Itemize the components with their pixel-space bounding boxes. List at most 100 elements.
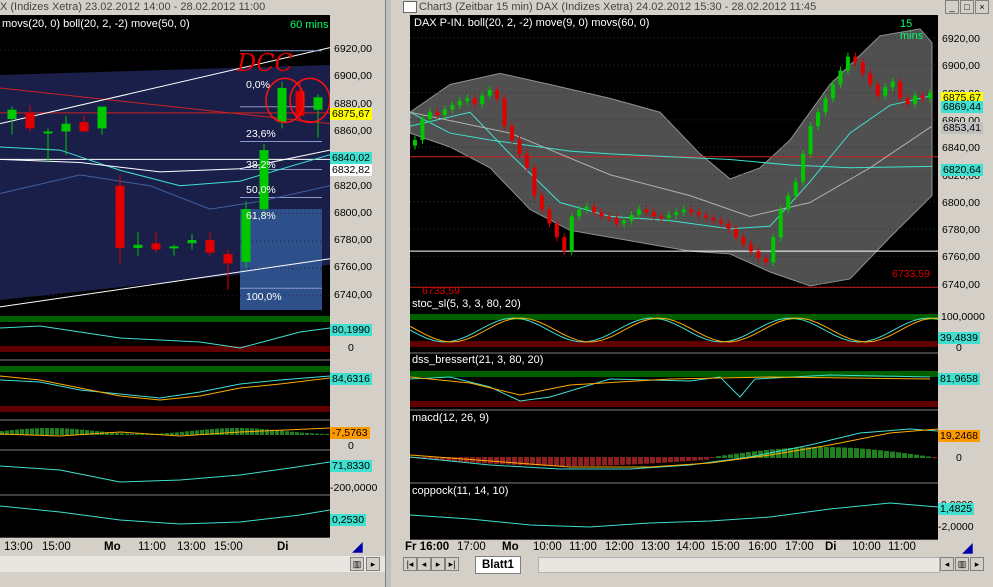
right-price-label-8: 6760,00	[942, 251, 980, 264]
candle-body	[771, 237, 776, 263]
right-price-panel: DAX P-IN. boll(20, 2, -2) move(9, 0) mov…	[410, 15, 938, 297]
prev-sheet-icon[interactable]: ◂	[417, 557, 431, 571]
next-sheet-icon[interactable]: ▸	[431, 557, 445, 571]
sheet-tab-blatt1[interactable]: Blatt1	[475, 556, 521, 574]
maximize-icon[interactable]: □	[960, 0, 974, 14]
left-pen-icon[interactable]: ◢	[352, 538, 363, 555]
oversold-zone	[410, 401, 938, 407]
histogram-bar	[325, 433, 329, 435]
macd-histogram-bar	[848, 447, 853, 458]
histogram-bar	[115, 432, 119, 435]
stoch-min: 0	[956, 342, 962, 354]
macd-histogram-bar	[590, 457, 595, 466]
histogram-bar	[30, 428, 34, 435]
candle-body	[636, 209, 641, 216]
histogram-bar	[260, 428, 264, 435]
histogram-bar	[285, 431, 289, 435]
candle-body	[621, 220, 626, 224]
right-price-axis: 6920,006900,006880,006860,006840,006820,…	[938, 15, 993, 297]
candle-body	[133, 244, 143, 248]
bottom-scrollbar[interactable]	[538, 557, 940, 573]
macd-histogram-bar	[626, 457, 631, 465]
left-sub-val-0: 80,1990	[330, 324, 372, 336]
candle-body	[205, 240, 215, 253]
candle-body	[450, 105, 455, 110]
left-sub-val-1: 0	[348, 342, 354, 354]
candle-body	[457, 101, 462, 106]
histogram-bar	[130, 433, 134, 435]
minimize-icon[interactable]: _	[945, 0, 959, 14]
candle-body	[487, 90, 492, 96]
left-indicator-panels	[0, 310, 330, 538]
overbought-zone	[410, 371, 938, 377]
candle-body	[427, 112, 432, 120]
dss-val: 81,9658	[938, 373, 980, 385]
left-price-label-6: 6800,00	[334, 206, 372, 219]
right-indicator-label: DAX P-IN. boll(20, 2, -2) move(9, 0) mov…	[414, 17, 650, 29]
candle-body	[43, 131, 53, 134]
candle-body	[79, 122, 89, 132]
close-icon[interactable]: ×	[975, 0, 989, 14]
right-price-label-9: 6740,00	[942, 278, 980, 291]
candle-body	[920, 95, 925, 99]
histogram-bar	[310, 433, 314, 435]
candle-body	[763, 258, 768, 263]
macd-histogram-bar	[740, 452, 745, 458]
left-price-axis: 6920,006900,006880,006860,006840,006820,…	[330, 15, 385, 310]
macd-histogram-bar	[932, 457, 937, 459]
overbought-zone	[410, 314, 938, 320]
left-scroll-button[interactable]: ▥	[350, 557, 364, 571]
right-window-title: Chart3 (Zeitbar 15 min) DAX (Indizes Xet…	[395, 0, 993, 15]
left-time-5: 15:00	[214, 541, 243, 553]
histogram-bar	[190, 430, 194, 435]
left-sub-val-7: 0,2530	[330, 514, 367, 526]
left-scrollbar[interactable]: ▥ ▸	[0, 556, 385, 572]
indicator-line	[0, 505, 330, 525]
left-sub-val-2: 84,6316	[330, 373, 372, 385]
left-sub-axis: 80,1990 0 84,6316 -7,5763 0 71,8330 -200…	[330, 310, 385, 538]
candle-body	[778, 209, 783, 238]
candle-body	[7, 109, 17, 120]
left-tag-ma2: 6832,82	[330, 164, 372, 176]
histogram-bar	[180, 431, 184, 435]
scroll-mid-icon[interactable]: ▥	[955, 557, 969, 571]
candle-body	[614, 217, 619, 224]
scroll-right-icon[interactable]: ▸	[970, 557, 984, 571]
macd-histogram-bar	[614, 457, 619, 466]
candle-body	[696, 212, 701, 216]
histogram-bar	[55, 428, 59, 435]
last-sheet-icon[interactable]: ▸|	[445, 557, 459, 571]
macd-histogram-bar	[452, 457, 457, 462]
macd-histogram-bar	[770, 449, 775, 458]
right-price-label-0: 6920,00	[942, 33, 980, 45]
candle-body	[584, 206, 589, 210]
macd-histogram-bar	[668, 457, 673, 463]
left-time-axis: 13:00 15:00 Mo 11:00 13:00 15:00 Di ◢	[0, 538, 385, 556]
fib-23: 23,6%	[246, 128, 276, 140]
scroll-left-icon[interactable]: ◂	[940, 557, 954, 571]
right-time-label-7: 14:00	[676, 541, 705, 553]
left-indicator-label: movs(20, 0) boll(20, 2, -2) move(50, 0)	[2, 18, 190, 30]
left-scroll-right-icon[interactable]: ▸	[366, 557, 380, 571]
left-time-0: 13:00	[4, 541, 33, 553]
candle-body	[928, 92, 932, 99]
right-time-label-0: Fr 16:00	[405, 541, 450, 553]
histogram-bar	[70, 428, 74, 435]
histogram-bar	[135, 433, 139, 435]
histogram-bar	[75, 429, 79, 435]
right-pen-icon[interactable]: ◢	[962, 539, 973, 556]
histogram-bar	[220, 428, 224, 435]
dss-label: dss_bressert(21, 3, 80, 20)	[412, 354, 544, 366]
first-sheet-icon[interactable]: |◂	[403, 557, 417, 571]
left-price-label-7: 6780,00	[334, 234, 372, 247]
coppock-label: coppock(11, 14, 10)	[412, 485, 509, 497]
macd-histogram-bar	[638, 457, 643, 465]
macd-histogram-bar	[710, 457, 715, 458]
left-tag-last: 6875,67	[330, 108, 372, 120]
candle-body	[562, 237, 567, 252]
chart-window-icon	[403, 1, 417, 14]
macd-histogram-bar	[866, 449, 871, 458]
macd-histogram-bar	[566, 457, 571, 466]
macd-histogram-bar	[734, 453, 739, 458]
left-price-label-8: 6760,00	[334, 261, 372, 274]
